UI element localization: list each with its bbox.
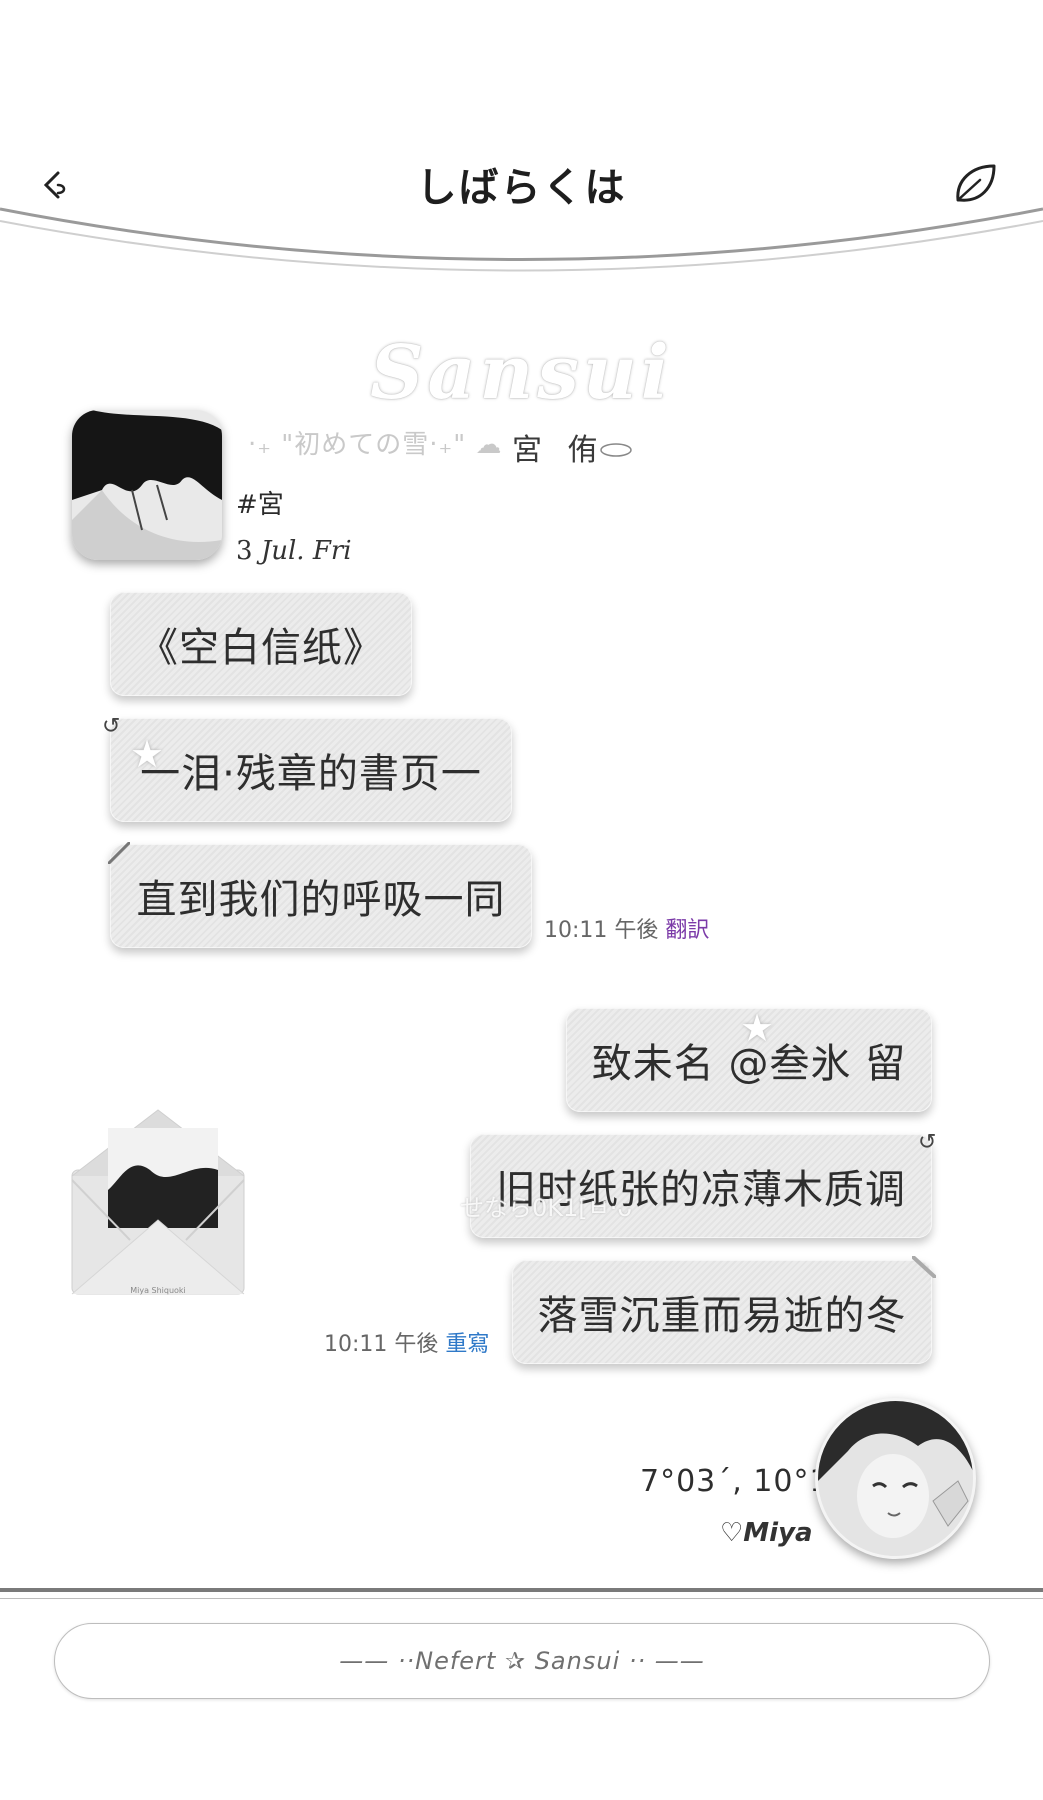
message-text: 直到我们的呼吸一同	[136, 877, 506, 923]
message-bubble[interactable]: 落雪沉重而易逝的冬	[512, 1260, 932, 1364]
message-input[interactable]: —— ··Nefert ✰ Sansui ·· ——	[54, 1623, 990, 1699]
avatar[interactable]	[815, 1398, 976, 1559]
date-text: Jul. Fri	[260, 536, 352, 566]
translate-link[interactable]: 翻訳	[665, 918, 709, 943]
envelope-sticker[interactable]: Miya Shiquoki	[70, 1100, 246, 1300]
avatar[interactable]	[72, 410, 222, 560]
avatar-image	[72, 410, 222, 560]
envelope-icon	[71, 1109, 245, 1295]
input-placeholder: —— ··Nefert ✰ Sansui ·· ——	[339, 1647, 705, 1675]
message-bubble[interactable]: 一泪·残章的書页一	[110, 718, 512, 822]
decor-oval-icon	[600, 443, 632, 457]
message-text: 《空白信纸》	[138, 625, 384, 671]
signature: ♡Miya	[720, 1518, 813, 1548]
message-text: 落雪沉重而易逝的冬	[537, 1293, 907, 1339]
message-time: 10:11 午後	[324, 1332, 439, 1357]
divider	[0, 1598, 1043, 1599]
message-meta: 10:11 午後 翻訳	[544, 912, 709, 944]
clip-icon: ↺	[918, 1130, 937, 1155]
divider	[0, 1588, 1043, 1592]
avatar-image	[818, 1401, 973, 1556]
date-day: 3	[236, 536, 253, 566]
message-time: 10:11 午後	[544, 918, 659, 943]
overlay-text: せなら0K1[ㅂ·ᴗ	[460, 1194, 633, 1222]
message-bubble[interactable]: 《空白信纸》	[110, 592, 412, 696]
clip-icon: ↺	[102, 714, 121, 739]
profile-name: 宮 侑	[512, 433, 606, 468]
profile-subtitle: ‧₊ "初めての雪‧₊" ☁	[248, 430, 503, 460]
profile-tag: #宮	[236, 490, 284, 520]
profile-date: 3 Jul. Fri	[236, 536, 352, 566]
star-icon: ★	[740, 1006, 775, 1050]
star-icon: ★	[130, 732, 165, 776]
message-meta: 10:11 午後 重寫	[324, 1326, 489, 1358]
tape-corner-icon	[912, 1256, 936, 1278]
rewrite-link[interactable]: 重寫	[445, 1332, 489, 1357]
message-bubble[interactable]: 直到我们的呼吸一同	[110, 844, 532, 948]
message-text: 一泪·残章的書页一	[140, 751, 482, 797]
tape-corner-icon	[108, 842, 130, 864]
watermark-logo: Sansui	[370, 330, 673, 416]
envelope-label: Miya Shiquoki	[130, 1286, 186, 1295]
header-divider-curve	[0, 207, 1043, 272]
